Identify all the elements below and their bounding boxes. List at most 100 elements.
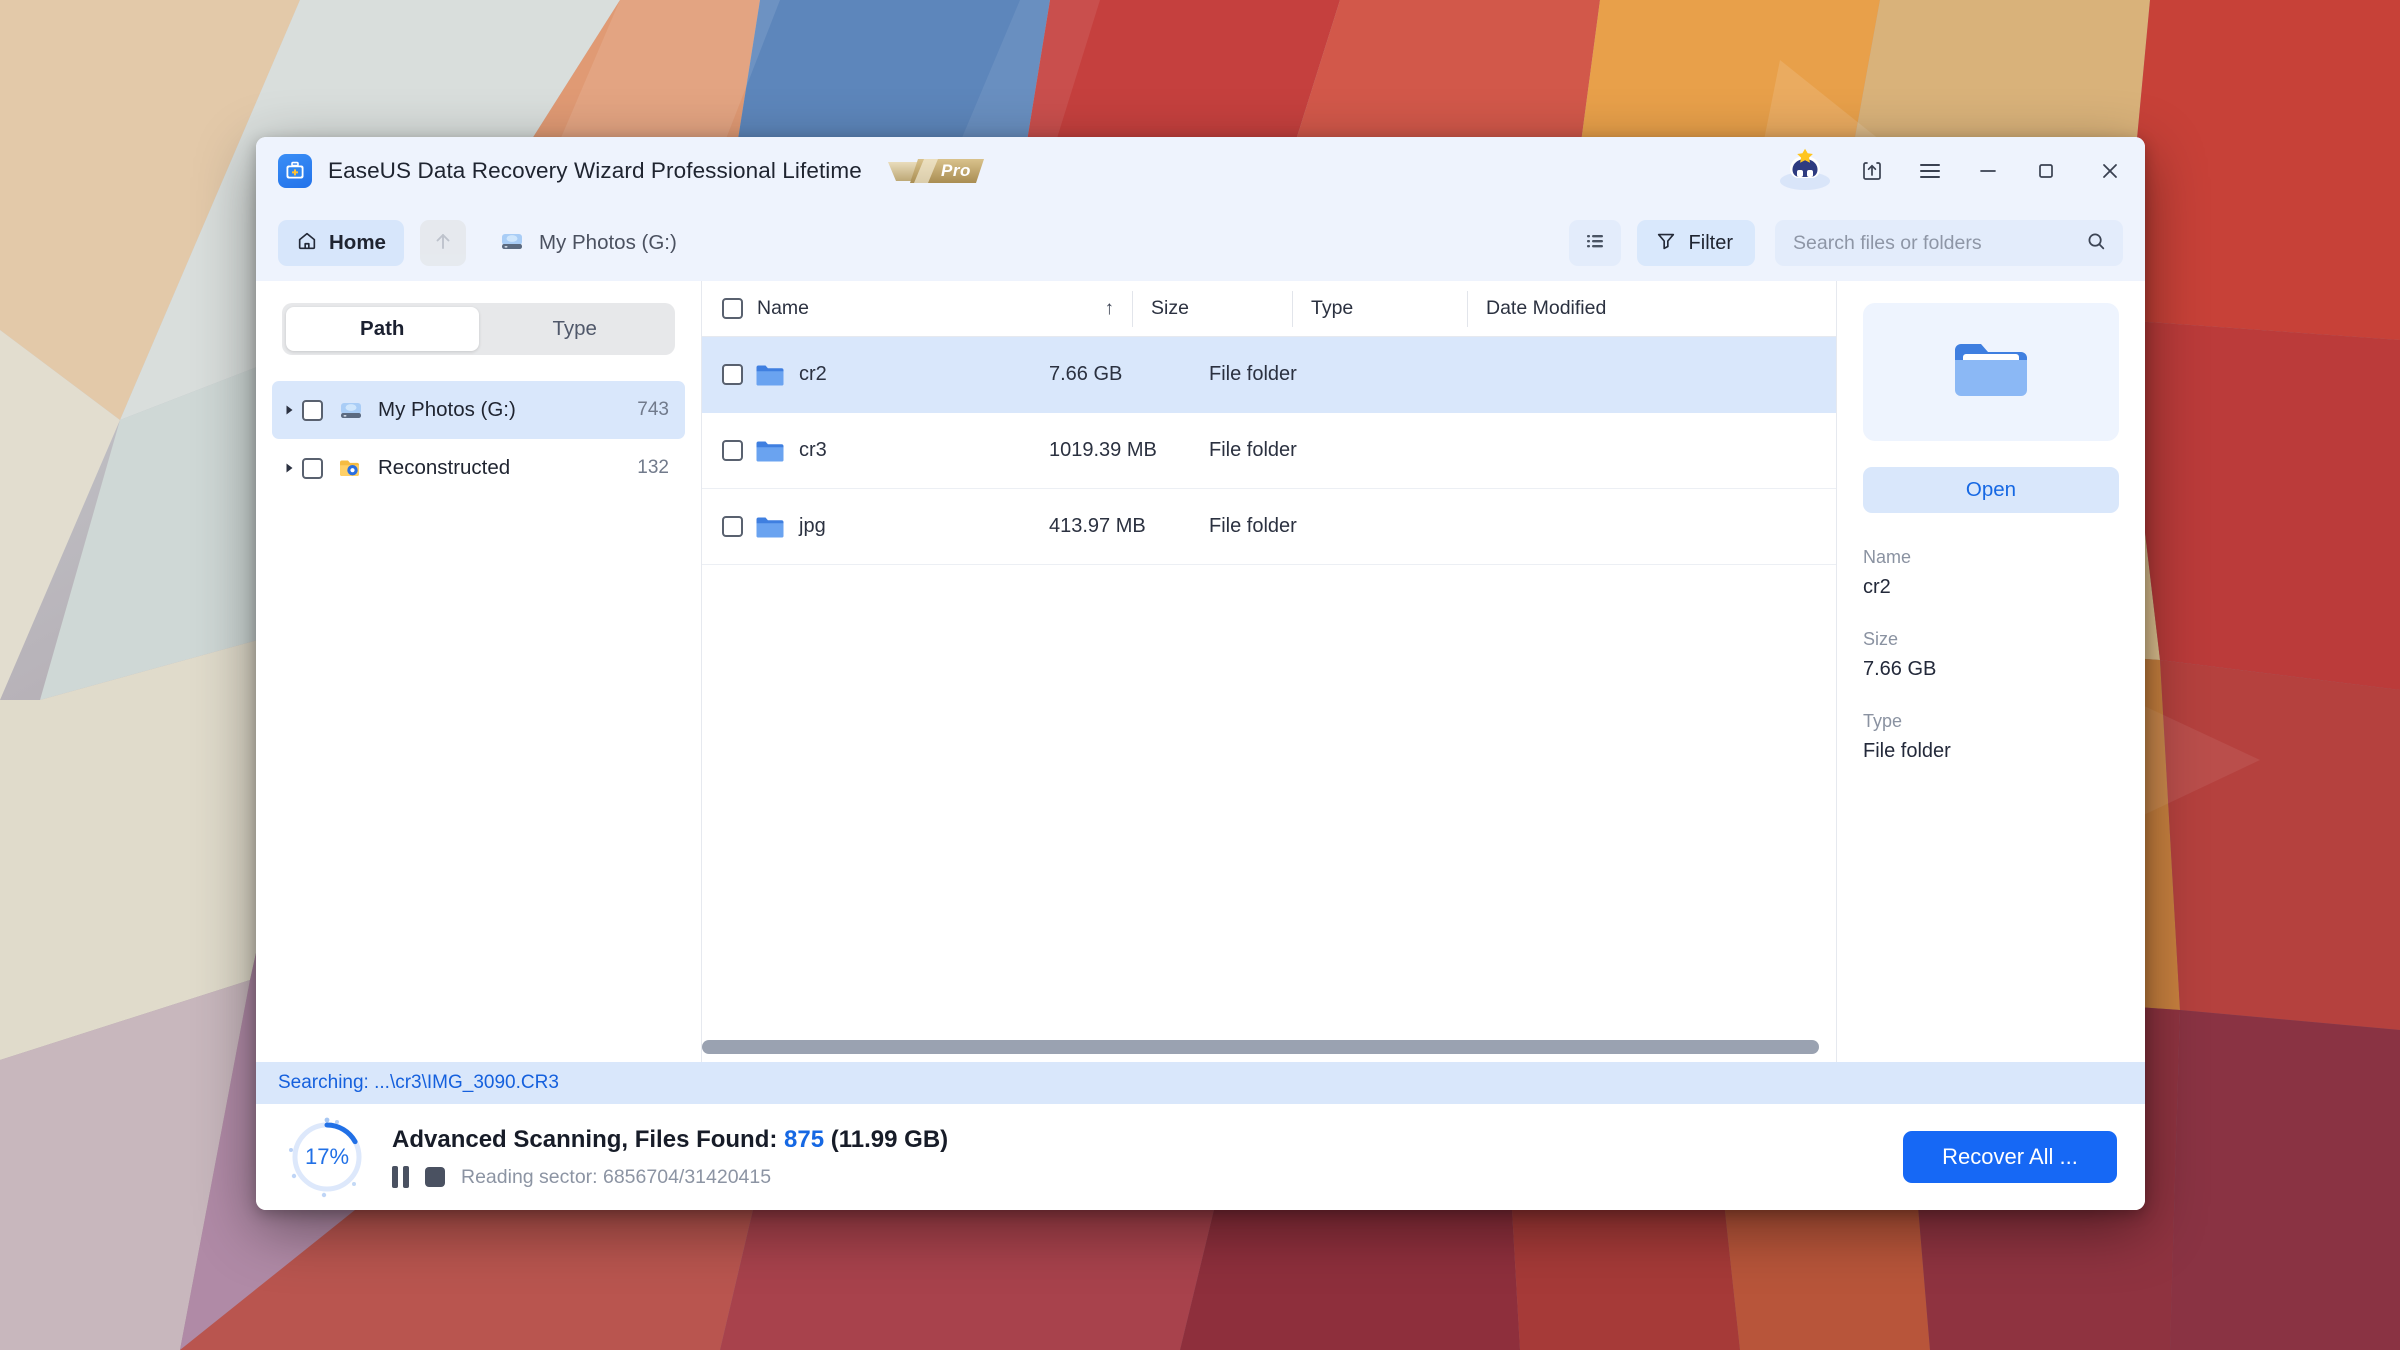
cell-name: cr3 bbox=[799, 439, 1049, 462]
funnel-icon bbox=[1655, 230, 1677, 257]
toolbar: Home My Photos (G:) bbox=[256, 205, 2145, 281]
scan-progress-ring: 17% bbox=[284, 1114, 370, 1200]
column-header-type[interactable]: Type bbox=[1292, 291, 1467, 327]
scan-footer: 17% Advanced Scanning, Files Found: 875 … bbox=[256, 1104, 2145, 1210]
stop-icon[interactable] bbox=[425, 1167, 445, 1187]
folder-icon bbox=[755, 438, 785, 464]
chevron-right-icon[interactable] bbox=[276, 462, 302, 474]
app-window: EaseUS Data Recovery Wizard Professional… bbox=[256, 137, 2145, 1210]
scan-headline-suffix: (11.99 GB) bbox=[824, 1126, 948, 1153]
column-header-size[interactable]: Size bbox=[1132, 291, 1292, 327]
sidebar-item-count: 132 bbox=[637, 457, 669, 479]
sidebar: Path Type My Photos (G:) 743 bbox=[256, 281, 702, 1062]
mascot-avatar-icon[interactable] bbox=[1777, 148, 1833, 194]
cell-size: 1019.39 MB bbox=[1049, 439, 1209, 462]
list-view-button[interactable] bbox=[1569, 220, 1621, 266]
folder-icon bbox=[755, 362, 785, 388]
scan-headline: Advanced Scanning, Files Found: 875 (11.… bbox=[392, 1126, 948, 1154]
cell-type: File folder bbox=[1209, 363, 1384, 386]
folder-icon bbox=[1947, 332, 2035, 413]
horizontal-scrollbar[interactable] bbox=[702, 1040, 1830, 1054]
search-box[interactable] bbox=[1775, 220, 2123, 266]
cell-size: 413.97 MB bbox=[1049, 515, 1209, 538]
cell-type: File folder bbox=[1209, 439, 1384, 462]
pause-icon[interactable] bbox=[392, 1166, 409, 1188]
window-title: EaseUS Data Recovery Wizard Professional… bbox=[328, 158, 862, 184]
tab-path[interactable]: Path bbox=[286, 307, 479, 351]
tab-type[interactable]: Type bbox=[479, 307, 672, 351]
open-button[interactable]: Open bbox=[1863, 467, 2119, 513]
column-header-date-modified[interactable]: Date Modified bbox=[1467, 291, 1836, 327]
sidebar-item-count: 743 bbox=[637, 399, 669, 421]
disk-drive-icon bbox=[337, 396, 365, 424]
scan-files-found: 875 bbox=[784, 1126, 824, 1153]
file-list-header: Name ↑ Size Type Date Modified bbox=[702, 281, 1836, 337]
pro-badge-label: Pro bbox=[941, 161, 984, 181]
scan-percent-label: 17% bbox=[284, 1114, 370, 1200]
minimize-icon[interactable] bbox=[1959, 137, 2017, 205]
search-icon[interactable] bbox=[2085, 230, 2107, 257]
reconstructed-folder-icon bbox=[337, 454, 365, 482]
main-body: Path Type My Photos (G:) 743 bbox=[256, 281, 2145, 1062]
row-checkbox[interactable] bbox=[722, 364, 743, 385]
detail-value-name: cr2 bbox=[1863, 576, 2119, 599]
select-all-checkbox[interactable] bbox=[722, 298, 743, 319]
detail-label-size: Size bbox=[1863, 629, 2119, 650]
chevron-right-icon[interactable] bbox=[276, 404, 302, 416]
arrow-up-icon bbox=[431, 229, 455, 258]
file-list: Name ↑ Size Type Date Modified cr bbox=[702, 281, 1837, 1062]
sidebar-checkbox[interactable] bbox=[302, 400, 323, 421]
sidebar-checkbox[interactable] bbox=[302, 458, 323, 479]
house-icon bbox=[296, 230, 318, 257]
reading-sector-text: Reading sector: 6856704/31420415 bbox=[461, 1166, 771, 1189]
preview-thumbnail bbox=[1863, 303, 2119, 441]
filter-button[interactable]: Filter bbox=[1637, 220, 1755, 266]
maximize-icon[interactable] bbox=[2017, 137, 2075, 205]
go-up-button[interactable] bbox=[420, 220, 466, 266]
sidebar-item-my-photos[interactable]: My Photos (G:) 743 bbox=[272, 381, 685, 439]
row-checkbox[interactable] bbox=[722, 516, 743, 537]
pro-badge: Pro bbox=[888, 154, 984, 188]
row-checkbox[interactable] bbox=[722, 440, 743, 461]
filter-button-label: Filter bbox=[1689, 232, 1733, 255]
details-panel: Open Name cr2 Size 7.66 GB Type File fol… bbox=[1837, 281, 2145, 1062]
detail-value-type: File folder bbox=[1863, 740, 2119, 763]
sidebar-item-label: My Photos (G:) bbox=[378, 398, 637, 422]
detail-label-type: Type bbox=[1863, 711, 2119, 732]
recover-all-button[interactable]: Recover All ... bbox=[1903, 1131, 2117, 1183]
scan-text-block: Advanced Scanning, Files Found: 875 (11.… bbox=[392, 1126, 948, 1189]
file-list-rows: cr2 7.66 GB File folder cr3 1019.39 MB bbox=[702, 337, 1836, 1062]
hamburger-menu-icon[interactable] bbox=[1901, 137, 1959, 205]
upload-icon[interactable] bbox=[1843, 137, 1901, 205]
cell-name: jpg bbox=[799, 515, 1049, 538]
folder-icon bbox=[755, 514, 785, 540]
breadcrumb-label: My Photos (G:) bbox=[539, 231, 677, 255]
cell-name: cr2 bbox=[799, 363, 1049, 386]
table-row[interactable]: jpg 413.97 MB File folder bbox=[702, 489, 1836, 565]
sidebar-item-reconstructed[interactable]: Reconstructed 132 bbox=[272, 439, 685, 497]
medical-kit-icon bbox=[278, 154, 312, 188]
home-button[interactable]: Home bbox=[278, 220, 404, 266]
column-header-name-label: Name bbox=[757, 297, 809, 320]
list-view-icon bbox=[1583, 229, 1607, 258]
scan-headline-prefix: Advanced Scanning, Files Found: bbox=[392, 1126, 784, 1153]
detail-value-size: 7.66 GB bbox=[1863, 658, 2119, 681]
table-row[interactable]: cr2 7.66 GB File folder bbox=[702, 337, 1836, 413]
sidebar-tabs: Path Type bbox=[282, 303, 675, 355]
home-button-label: Home bbox=[329, 231, 386, 255]
sidebar-item-label: Reconstructed bbox=[378, 456, 637, 480]
search-input[interactable] bbox=[1793, 232, 2085, 255]
searching-status-text: Searching: ...\cr3\IMG_3090.CR3 bbox=[278, 1072, 559, 1094]
title-bar: EaseUS Data Recovery Wizard Professional… bbox=[256, 137, 2145, 205]
cell-type: File folder bbox=[1209, 515, 1384, 538]
table-row[interactable]: cr3 1019.39 MB File folder bbox=[702, 413, 1836, 489]
breadcrumb[interactable]: My Photos (G:) bbox=[498, 227, 677, 260]
scan-controls-row: Reading sector: 6856704/31420415 bbox=[392, 1166, 948, 1189]
scrollbar-thumb[interactable] bbox=[702, 1040, 1819, 1054]
sort-ascending-icon[interactable]: ↑ bbox=[1105, 298, 1115, 320]
cell-size: 7.66 GB bbox=[1049, 363, 1209, 386]
close-icon[interactable] bbox=[2075, 137, 2145, 205]
disk-drive-icon bbox=[498, 227, 526, 260]
status-bar: Searching: ...\cr3\IMG_3090.CR3 bbox=[256, 1062, 2145, 1104]
column-header-name[interactable]: Name ↑ bbox=[722, 291, 1132, 327]
